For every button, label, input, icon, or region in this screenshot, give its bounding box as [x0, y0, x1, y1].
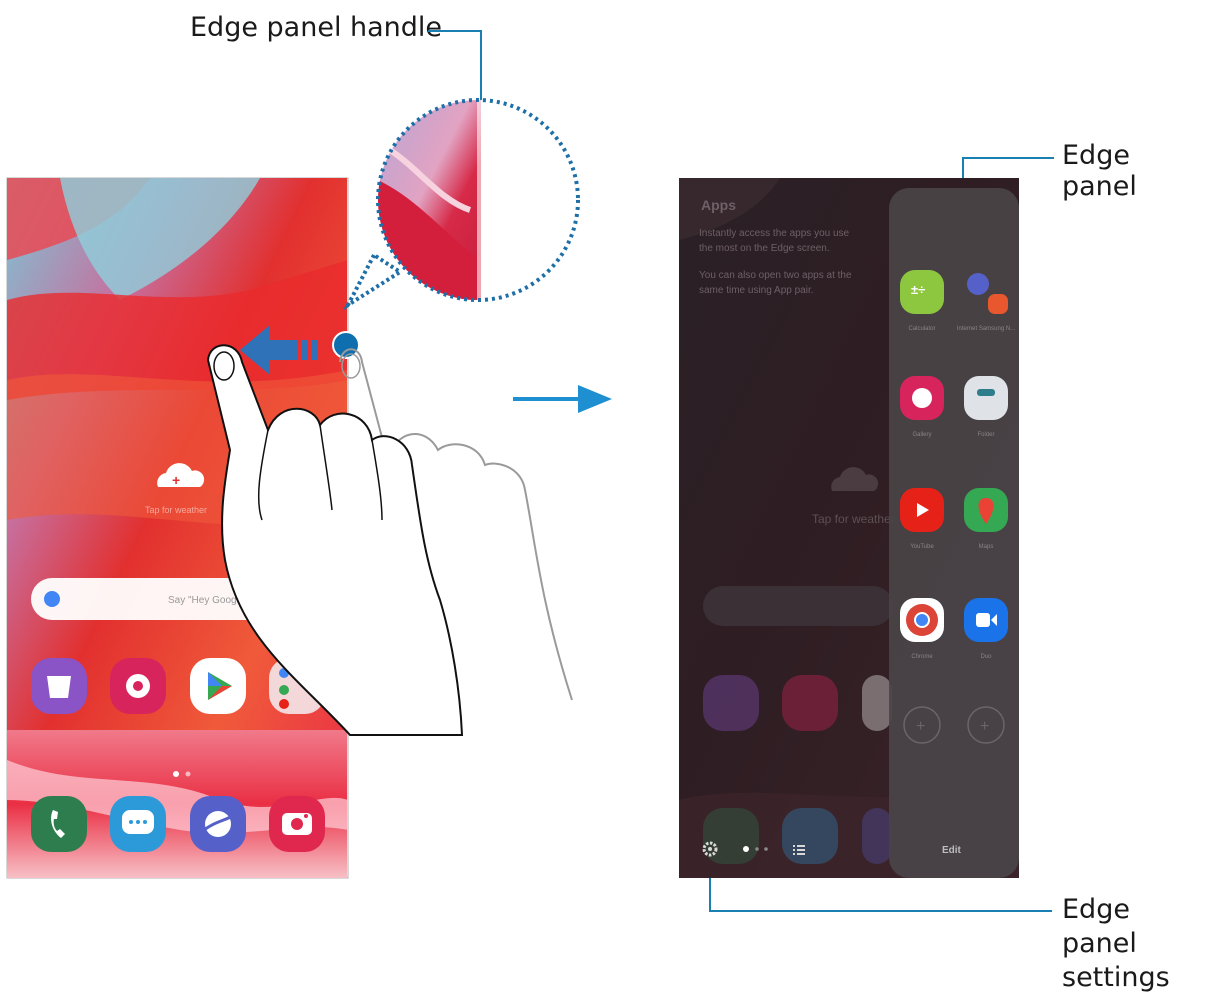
callout-settings-line2: settings	[1062, 962, 1170, 993]
camera-icon[interactable]	[269, 796, 325, 852]
edge-handle-touch-dot	[332, 331, 360, 359]
svg-text:+: +	[916, 718, 925, 735]
edge-panel-app-label: Chrome	[911, 654, 933, 660]
play-store-icon[interactable]	[190, 658, 246, 714]
edge-panel-list-icon[interactable]	[793, 845, 805, 855]
zoomed-edge-handle[interactable]	[477, 100, 482, 300]
gallery-icon[interactable]	[110, 658, 166, 714]
messages-icon[interactable]	[110, 796, 166, 852]
home-page-dot	[185, 771, 191, 777]
youtube-icon[interactable]	[900, 488, 944, 532]
edge-panel-app-label: Calculator	[908, 326, 935, 332]
edge-weather-hint: Tap for weather	[812, 512, 895, 526]
google-g-icon	[44, 591, 60, 607]
edge-panel-app-label: YouTube	[910, 544, 934, 550]
handle-zoom-callout	[342, 98, 580, 311]
home-weather-hint: Tap for weather	[145, 505, 207, 515]
svg-text:±÷: ±÷	[911, 282, 925, 297]
edge-page-dot[interactable]	[755, 847, 759, 851]
edge-panel-app-label: Folder	[977, 432, 994, 438]
edge-intro-title: Apps	[701, 197, 736, 213]
gallery-icon[interactable]	[900, 376, 944, 420]
phone-icon[interactable]	[31, 796, 87, 852]
edge-panel-app-label: Internet Samsung N...	[957, 326, 1016, 332]
home-weather-plus: +	[172, 472, 180, 488]
edge-screen-phone: Apps Instantly access the apps you use t…	[679, 178, 1019, 878]
svg-text:+: +	[980, 718, 989, 735]
transition-arrow	[513, 385, 612, 413]
edge-panel-app-label: Duo	[980, 654, 992, 660]
edge-panel-edit-button[interactable]: Edit	[942, 845, 962, 856]
home-page-dot-active	[173, 771, 179, 777]
dimmed-search-bar	[703, 586, 893, 626]
folder-icon[interactable]	[964, 376, 1008, 420]
dimmed-dock	[703, 808, 892, 864]
edge-page-dot-active[interactable]	[743, 846, 749, 852]
edge-intro-text-2: You can also open two apps at the same t…	[699, 270, 852, 296]
calculator-icon[interactable]: ±÷	[900, 270, 944, 314]
edge-page-dot[interactable]	[764, 847, 768, 851]
dimmed-app-row	[703, 675, 892, 731]
internet-icon[interactable]	[190, 796, 246, 852]
chrome-icon[interactable]	[900, 598, 944, 642]
duo-icon[interactable]	[964, 598, 1008, 642]
maps-icon[interactable]	[964, 488, 1008, 532]
galaxy-store-icon[interactable]	[31, 658, 87, 714]
edge-intro-text: Instantly access the apps you use the mo…	[699, 228, 850, 254]
edge-panel-app-label: Maps	[979, 544, 994, 550]
edge-panel-app-label: Gallery	[912, 432, 931, 438]
